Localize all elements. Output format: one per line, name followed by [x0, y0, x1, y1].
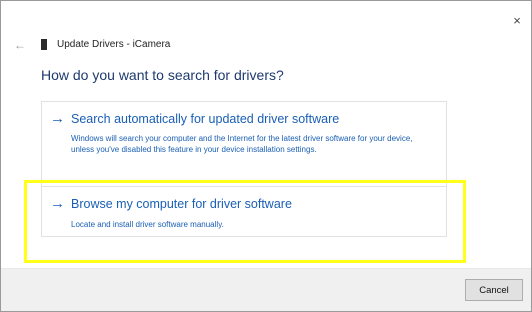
page-heading: How do you want to search for drivers?	[41, 67, 284, 83]
back-arrow-icon[interactable]: ←	[14, 38, 28, 52]
dialog-footer: Cancel	[1, 268, 531, 311]
cancel-button[interactable]: Cancel	[465, 279, 523, 301]
device-icon	[41, 39, 47, 50]
search-automatically-option[interactable]: → Search automatically for updated drive…	[41, 101, 447, 187]
arrow-right-icon: →	[50, 195, 65, 212]
update-drivers-dialog: × ← Update Drivers - iCamera How do you …	[0, 0, 532, 312]
browse-computer-option[interactable]: → Browse my computer for driver software…	[41, 187, 447, 237]
option-title: Browse my computer for driver software	[71, 197, 292, 211]
dialog-title-row: Update Drivers - iCamera	[41, 39, 170, 50]
dialog-title: Update Drivers - iCamera	[57, 39, 171, 50]
close-icon[interactable]: ×	[509, 13, 525, 29]
arrow-right-icon: →	[50, 110, 65, 127]
option-title: Search automatically for updated driver …	[71, 112, 340, 126]
option-description: Windows will search your computer and th…	[71, 134, 413, 154]
option-description: Locate and install driver software manua…	[71, 220, 224, 229]
